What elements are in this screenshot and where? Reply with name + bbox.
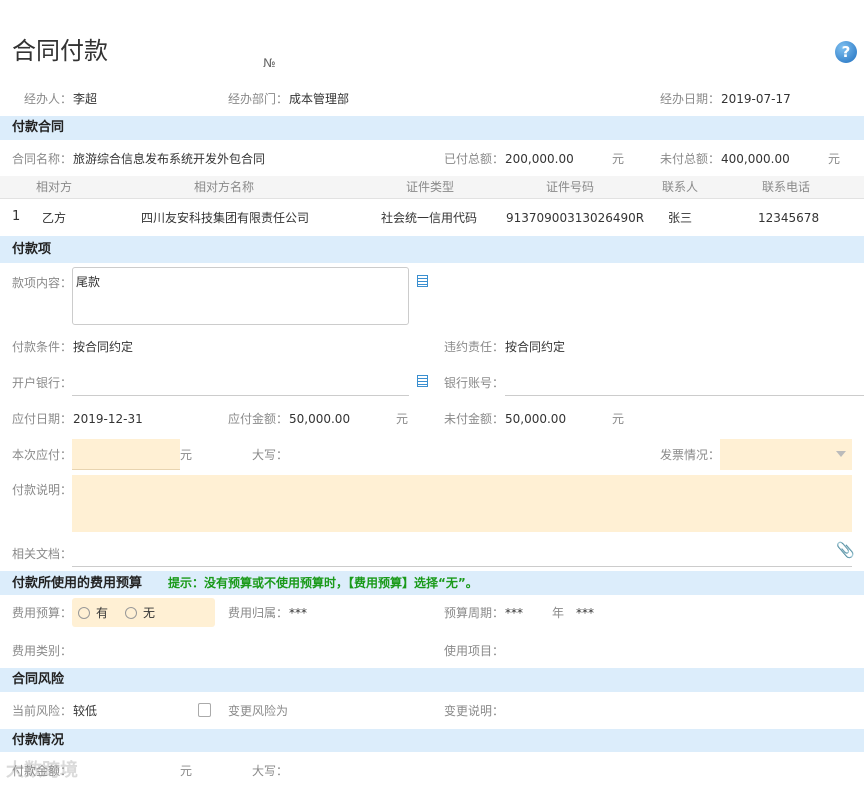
due-date: 2019-12-31: [73, 412, 143, 426]
period-value: ***: [505, 606, 523, 620]
radio-label: 有: [96, 606, 109, 620]
dept-label: 经办部门：: [228, 92, 289, 106]
item-unpaid-label: 未付金额：: [444, 412, 505, 426]
account-input[interactable]: [505, 368, 864, 396]
account-label: 银行账号：: [444, 376, 505, 390]
docs-input[interactable]: [72, 540, 852, 567]
section-budget: 付款所使用的费用预算 提示：没有预算或不使用预算时，【费用预算】选择“无”。: [0, 571, 864, 595]
cell: 四川友安科技集团有限责任公司: [141, 211, 310, 225]
change-desc-label: 变更说明：: [444, 704, 505, 718]
change-risk-checkbox[interactable]: [198, 703, 211, 717]
paid-label: 已付总额：: [444, 152, 505, 166]
terms-label: 付款条件：: [12, 340, 73, 354]
section-risk: 合同风险: [0, 668, 864, 692]
section-payment: 付款情况: [0, 729, 864, 752]
period-label: 预算周期：: [444, 606, 505, 620]
unit: 元: [612, 412, 625, 426]
number-label: №: [263, 56, 276, 70]
paid-value: 200,000.00: [505, 152, 574, 166]
content-textarea[interactable]: 尾款: [72, 267, 409, 325]
docs-label: 相关文档：: [12, 547, 73, 561]
budget-hint: 提示：没有预算或不使用预算时，【费用预算】选择“无”。: [168, 576, 478, 590]
list-icon[interactable]: [417, 275, 428, 287]
radio-yes[interactable]: 有: [78, 605, 108, 621]
cell: 乙方: [42, 211, 67, 225]
budget-label: 费用预算：: [12, 606, 73, 620]
current-risk-label: 当前风险：: [12, 704, 73, 718]
bank-label: 开户银行：: [12, 376, 73, 390]
contract-name-label: 合同名称：: [12, 152, 73, 166]
invoice-label: 发票情况：: [660, 448, 721, 462]
category-label: 费用类别：: [12, 644, 73, 658]
radio-no[interactable]: 无: [125, 605, 155, 621]
list-icon[interactable]: [417, 375, 428, 387]
desc-textarea[interactable]: [72, 475, 852, 532]
due-amount-label: 应付金额：: [228, 412, 289, 426]
unpaid-value: 400,000.00: [721, 152, 790, 166]
date-value: 2019-07-17: [721, 92, 791, 106]
due-date-label: 应付日期：: [12, 412, 73, 426]
section-item: 付款项: [0, 236, 864, 263]
change-risk-label: 变更风险为: [228, 704, 289, 718]
invoice-select[interactable]: [720, 439, 852, 470]
handler-label: 经办人：: [24, 92, 73, 106]
col-header: 证件类型: [406, 180, 455, 194]
upper-label: 大写：: [252, 448, 289, 462]
unit: 元: [180, 448, 193, 462]
contract-name: 旅游综合信息发布系统开发外包合同: [73, 152, 266, 166]
col-header: 联系电话: [762, 180, 811, 194]
project-label: 使用项目：: [444, 644, 505, 658]
owner-label: 费用归属：: [228, 606, 289, 620]
handler-value: 李超: [73, 92, 98, 106]
cell: 12345678: [758, 211, 820, 225]
due-amount: 50,000.00: [289, 412, 351, 426]
row-index: 1: [12, 209, 21, 224]
this-pay-input[interactable]: [72, 439, 180, 470]
pay-upper-label: 大写：: [252, 764, 289, 778]
cell: 张三: [668, 211, 693, 225]
col-header: 相对方: [36, 180, 73, 194]
col-header: 联系人: [662, 180, 699, 194]
year-label: 年: [552, 606, 565, 620]
unit: 元: [396, 412, 409, 426]
page-title: 合同付款: [12, 37, 108, 65]
watermark: 大数跨境: [6, 760, 78, 781]
liability-value: 按合同约定: [505, 340, 566, 354]
help-icon[interactable]: ?: [835, 41, 857, 63]
date-label: 经办日期：: [660, 92, 721, 106]
section-contract: 付款合同: [0, 116, 864, 140]
radio-label: 无: [143, 606, 156, 620]
cell: 社会统一信用代码: [381, 211, 478, 225]
unit: 元: [180, 764, 193, 778]
unpaid-unit: 元: [828, 152, 841, 166]
bank-input[interactable]: [72, 368, 409, 396]
terms-value: 按合同约定: [73, 340, 134, 354]
unpaid-label: 未付总额：: [660, 152, 721, 166]
cell: 91370900313026490R: [506, 211, 645, 225]
liability-label: 违约责任：: [444, 340, 505, 354]
col-header: 证件号码: [546, 180, 595, 194]
section-title: 付款所使用的费用预算: [12, 576, 143, 591]
current-risk: 较低: [73, 704, 98, 718]
item-unpaid: 50,000.00: [505, 412, 567, 426]
chevron-down-icon: [836, 451, 846, 457]
owner-value: ***: [289, 606, 307, 620]
this-pay-label: 本次应付：: [12, 448, 73, 462]
content-label: 款项内容：: [12, 276, 73, 290]
paid-unit: 元: [612, 152, 625, 166]
desc-label: 付款说明：: [12, 483, 73, 497]
period-value-2: ***: [576, 606, 594, 620]
col-header: 相对方名称: [194, 180, 255, 194]
paperclip-icon[interactable]: 📎: [836, 542, 855, 558]
dept-value: 成本管理部: [289, 92, 350, 106]
